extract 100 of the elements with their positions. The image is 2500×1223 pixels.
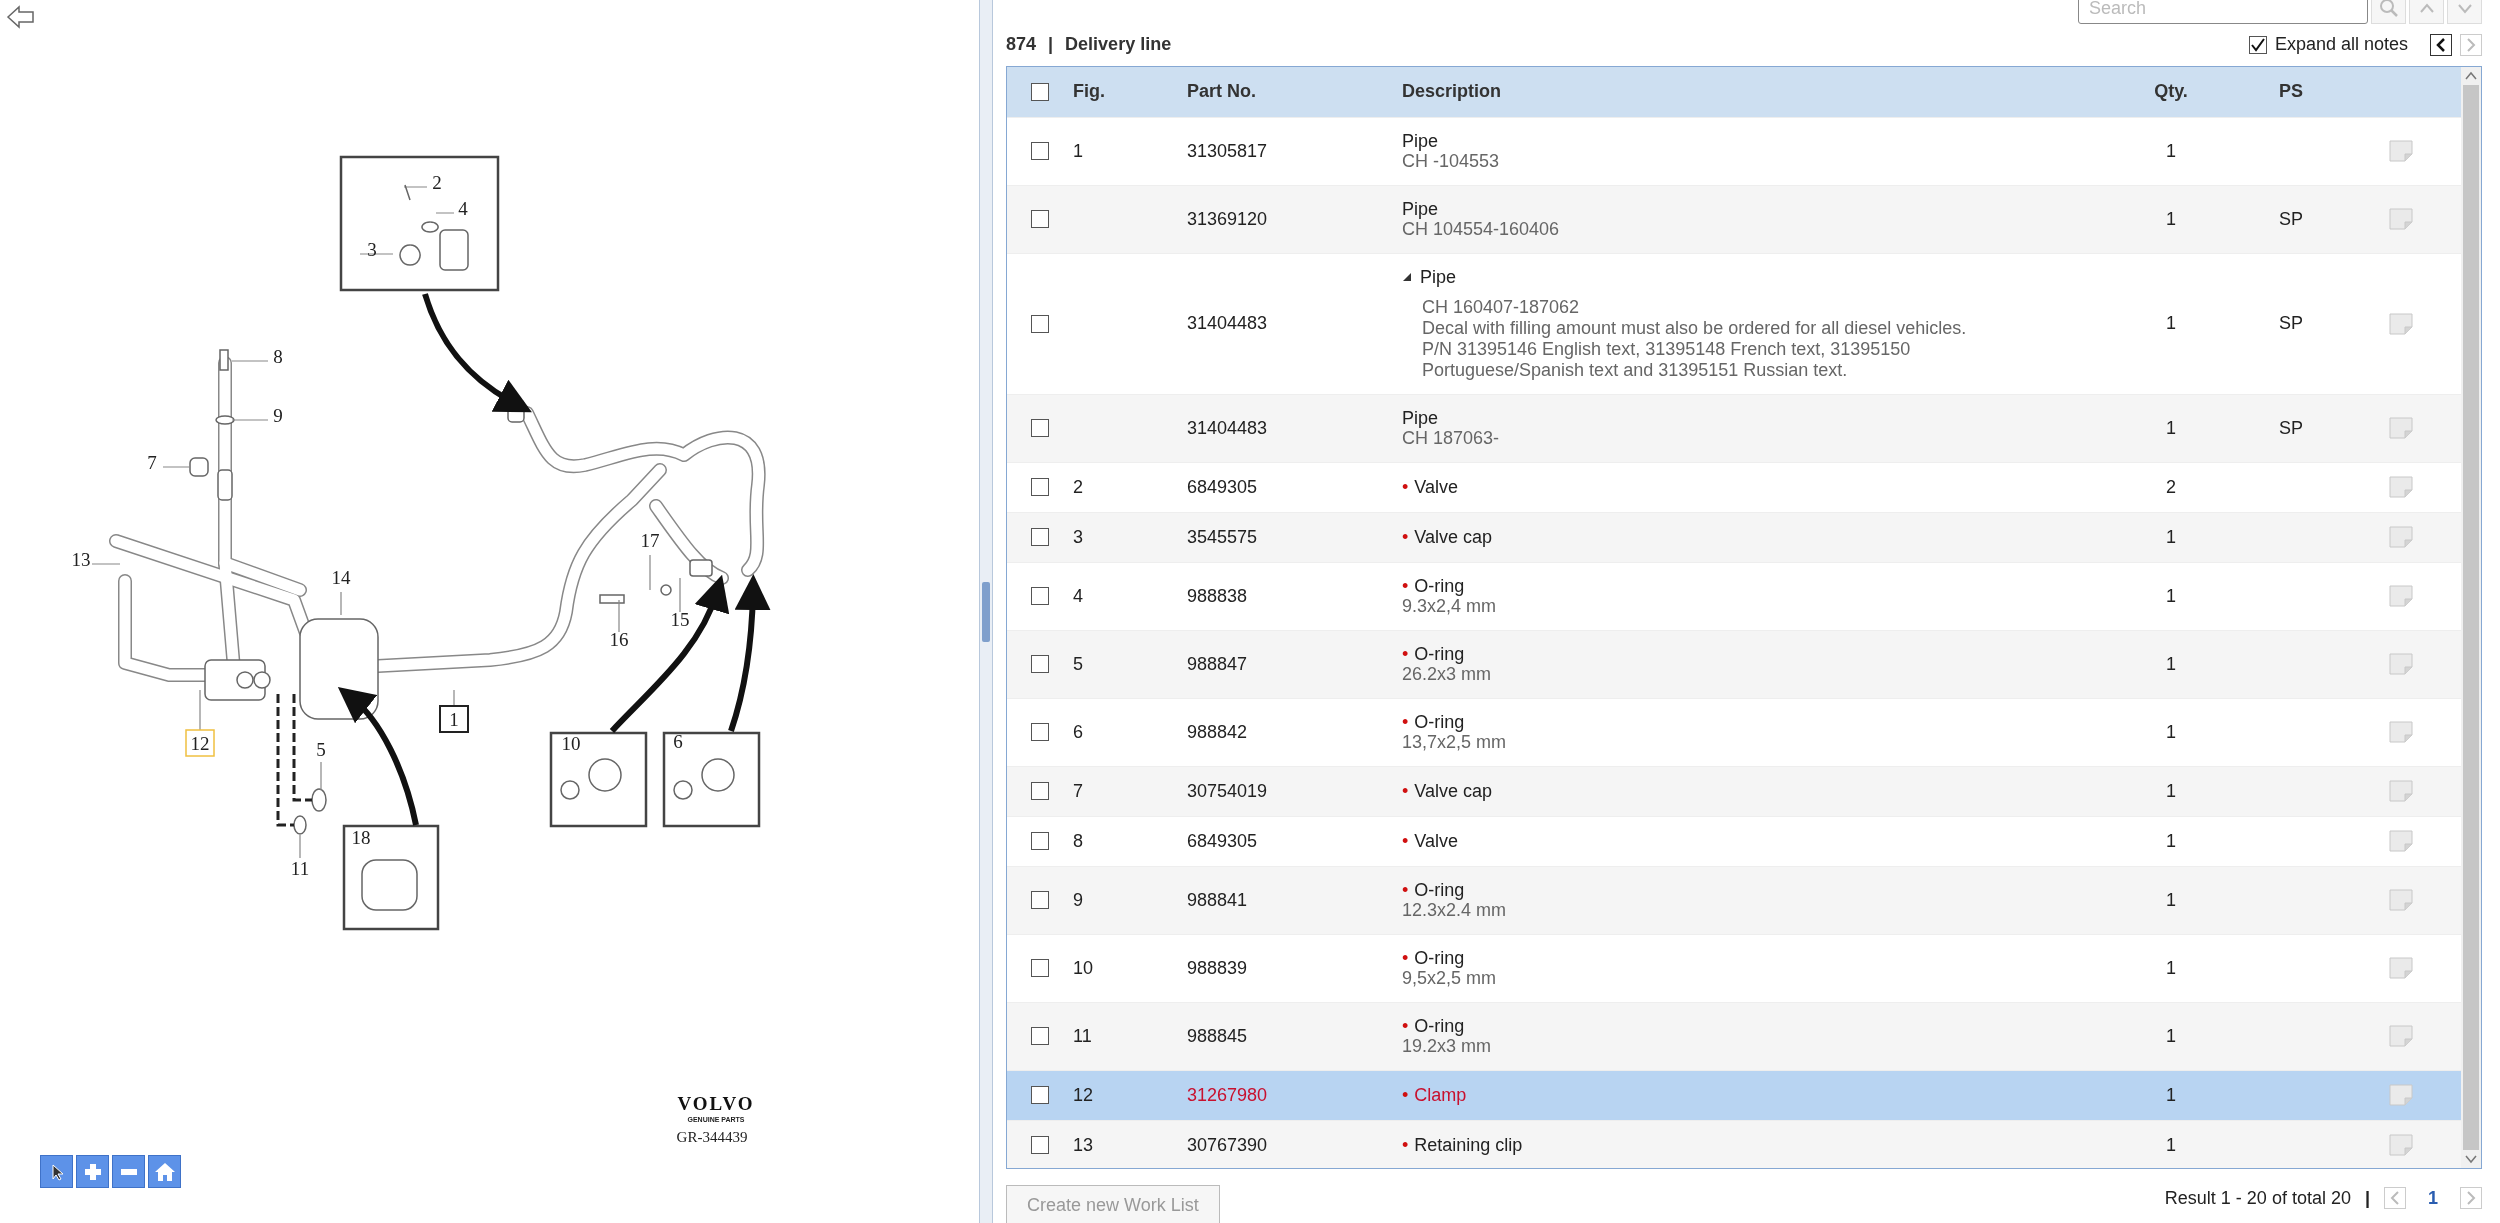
row-checkbox[interactable] [1031, 782, 1049, 801]
part-number[interactable]: 30767390 [1187, 1134, 1268, 1155]
callout-number[interactable]: 16 [609, 629, 629, 650]
description-text[interactable]: Valve [1414, 477, 1458, 498]
part-number[interactable]: 988838 [1187, 585, 1248, 606]
part-number[interactable]: 31305817 [1187, 140, 1268, 161]
part-number[interactable]: 31404483 [1187, 313, 1268, 334]
page-number[interactable]: 1 [2428, 1187, 2438, 1209]
part-number[interactable]: 31267980 [1187, 1084, 1268, 1105]
part-number[interactable]: 30754019 [1187, 780, 1268, 801]
row-checkbox[interactable] [1031, 959, 1049, 978]
description-text[interactable]: O-ring [1414, 711, 1465, 732]
scroll-up-icon[interactable] [2464, 70, 2478, 81]
home-button[interactable] [148, 1155, 181, 1188]
callout-number[interactable]: 10 [561, 733, 581, 754]
part-number[interactable]: 6849305 [1187, 476, 1258, 497]
callout-number[interactable]: 4 [458, 198, 468, 219]
description-text[interactable]: Pipe [1402, 198, 1439, 219]
description-text[interactable]: Pipe [1420, 266, 1457, 287]
row-checkbox[interactable] [1031, 419, 1049, 438]
table-row[interactable]: 31369120 Pipe CH 104554-160406 1 SP [1007, 184, 2461, 253]
column-header[interactable]: Part No. [1187, 81, 1256, 102]
row-checkbox[interactable] [1031, 1136, 1049, 1155]
part-number[interactable]: 3545575 [1187, 526, 1258, 547]
description-text[interactable]: Pipe [1402, 130, 1439, 151]
previous-button[interactable] [2430, 33, 2452, 56]
callout-number[interactable]: 3 [367, 239, 377, 260]
scroll-down-icon[interactable] [2464, 1154, 2478, 1164]
row-checkbox[interactable] [1031, 142, 1049, 161]
part-number[interactable]: 6849305 [1187, 830, 1258, 851]
table-row[interactable]: 12 31267980 • Clamp 1 [1007, 1069, 2461, 1120]
zoom-in-button[interactable] [76, 1155, 109, 1188]
part-number[interactable]: 988839 [1187, 957, 1248, 978]
row-checkbox[interactable] [1031, 210, 1049, 229]
callout-number[interactable]: 9 [273, 405, 283, 426]
description-text[interactable]: O-ring [1414, 643, 1465, 664]
table-row[interactable]: 5 988847 • O-ring 26.2x3 mm 1 [1007, 629, 2461, 698]
description-text[interactable]: Valve cap [1414, 781, 1493, 802]
description-text[interactable]: Retaining clip [1414, 1135, 1523, 1156]
table-row[interactable]: 9 988841 • O-ring 12.3x2.4 mm 1 [1007, 865, 2461, 934]
row-checkbox[interactable] [1031, 528, 1049, 547]
row-checkbox[interactable] [1031, 1086, 1049, 1105]
collapse-triangle-icon[interactable] [1402, 271, 1412, 282]
description-text[interactable]: O-ring [1414, 947, 1465, 968]
callout-number[interactable]: 5 [316, 739, 326, 760]
callout-number[interactable]: 2 [432, 172, 442, 193]
row-checkbox[interactable] [1031, 655, 1049, 674]
description-text[interactable]: Valve [1414, 831, 1458, 852]
column-header[interactable]: PS [2279, 81, 2303, 102]
column-header[interactable]: Description [1402, 81, 1502, 102]
expand-notes-label[interactable]: Expand all notes [2274, 34, 2408, 56]
column-header[interactable]: Qty. [2154, 81, 2188, 102]
callout-number[interactable]: 13 [71, 549, 91, 570]
table-row[interactable]: 11 988845 • O-ring 19.2x3 mm 1 [1007, 1001, 2461, 1070]
callout-number[interactable]: 14 [331, 567, 351, 588]
callout-number[interactable]: 11 [290, 858, 310, 879]
search-field[interactable]: Search [2078, 0, 2368, 24]
description-text[interactable]: O-ring [1414, 575, 1465, 596]
chevron-right-icon [2466, 1191, 2476, 1205]
back-arrow-icon[interactable] [6, 5, 36, 29]
description-text[interactable]: O-ring [1414, 1015, 1465, 1036]
table-row[interactable]: 3 3545575 • Valve cap 1 [1007, 511, 2461, 562]
expand-notes-checkbox[interactable] [2248, 35, 2267, 54]
table-cell: 6 [1073, 721, 1083, 742]
scrollbar[interactable] [2461, 66, 2481, 1168]
part-number[interactable]: 988845 [1187, 1025, 1248, 1046]
row-checkbox[interactable] [1031, 723, 1049, 742]
splitter-handle[interactable] [982, 581, 990, 642]
part-number[interactable]: 31404483 [1187, 417, 1268, 438]
description-text[interactable]: Clamp [1414, 1085, 1467, 1106]
part-number[interactable]: 31369120 [1187, 208, 1268, 229]
callout-number[interactable]: 15 [670, 609, 690, 630]
callout-number[interactable]: 18 [351, 827, 371, 848]
callout-number[interactable]: 17 [640, 530, 660, 551]
callout-number[interactable]: 6 [673, 731, 683, 752]
description-text[interactable]: Valve cap [1414, 527, 1493, 548]
part-number[interactable]: 988841 [1187, 889, 1248, 910]
row-checkbox[interactable] [1031, 891, 1049, 910]
part-number[interactable]: 988842 [1187, 721, 1248, 742]
table-row[interactable]: 13 30767390 • Retaining clip 1 [1007, 1119, 2461, 1168]
separator: | [2364, 1187, 2370, 1209]
part-number[interactable]: 988847 [1187, 653, 1248, 674]
description-text[interactable]: Pipe [1402, 407, 1439, 428]
table-cell: SP [2279, 208, 2303, 230]
callout-number[interactable]: 12 [185, 729, 215, 757]
row-checkbox[interactable] [1031, 314, 1049, 333]
column-header[interactable]: Fig. [1073, 81, 1105, 102]
callout-number[interactable]: 7 [147, 452, 157, 473]
pointer-tool-button[interactable] [40, 1155, 73, 1188]
table-row[interactable]: 31404483 Pipe CH 187063- 1 SP [1007, 393, 2461, 462]
row-checkbox[interactable] [1031, 587, 1049, 606]
select-all-checkbox[interactable] [1031, 82, 1049, 101]
table-row[interactable]: 7 30754019 • Valve cap 1 [1007, 765, 2461, 816]
callout-number[interactable]: 8 [273, 346, 283, 367]
zoom-out-button[interactable] [112, 1155, 145, 1188]
description-text[interactable]: O-ring [1414, 879, 1465, 900]
row-checkbox[interactable] [1031, 1027, 1049, 1046]
row-checkbox[interactable] [1031, 832, 1049, 851]
row-checkbox[interactable] [1031, 478, 1049, 497]
callout-number[interactable]: 1 [439, 705, 469, 733]
